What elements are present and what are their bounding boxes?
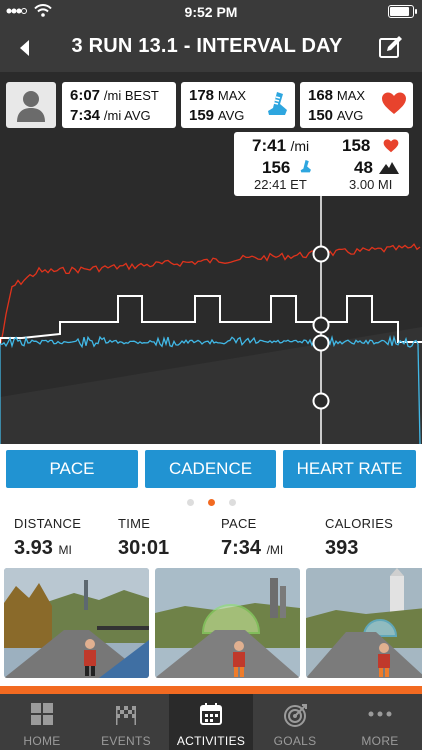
time-summary: TIME 30:01 [118, 516, 169, 560]
hr-max-label: MAX [336, 88, 366, 103]
activity-photo-3[interactable] [306, 568, 422, 678]
pace-label: PACE [221, 516, 257, 531]
grid-icon [31, 703, 53, 725]
more-dots-icon [368, 711, 392, 717]
edit-icon[interactable] [378, 34, 404, 60]
status-time: 9:52 PM [184, 4, 238, 20]
pace-best-value: 6:07 [70, 87, 101, 104]
calendar-icon [200, 703, 222, 725]
heart-rate-stat-box: 168 MAX 150 AVG [300, 82, 413, 128]
nav-goals[interactable]: GOALS [253, 694, 337, 750]
calories-value: 393 [325, 537, 359, 559]
page-dot[interactable] [228, 499, 236, 506]
hr-max-value: 168 [308, 87, 334, 104]
tab-pace[interactable]: PACE [6, 450, 138, 488]
cadence-marker [312, 334, 330, 352]
tooltip-pace-value: 7:41 [252, 136, 287, 155]
calories-summary: CALORIES 393 [325, 516, 393, 560]
nav-goals-label: GOALS [273, 734, 317, 748]
back-arrow-icon[interactable] [14, 36, 36, 60]
elevation-marker [312, 392, 330, 410]
nav-activities[interactable]: ACTIVITIES [169, 694, 253, 750]
pace-stat-box: 6:07 /mi BEST 7:34 /mi AVG [62, 82, 176, 128]
cadence-max-label: MAX [217, 88, 247, 103]
pace-avg-label: /mi AVG [103, 108, 151, 123]
elevation-area [0, 327, 422, 444]
activity-photo-2[interactable] [155, 568, 300, 678]
hr-avg-value: 150 [308, 107, 334, 124]
nav-home[interactable]: HOME [0, 694, 84, 750]
pace-marker [312, 316, 330, 334]
tooltip-cadence-value: 156 [262, 158, 291, 177]
tooltip-pace-unit: /mi [290, 138, 310, 154]
pace-unit: /MI [266, 543, 284, 557]
summary-panel: DISTANCE 3.93 MI TIME 30:01 PACE 7:34 /M… [0, 494, 422, 686]
cadence-max-value: 178 [189, 87, 215, 104]
tooltip-hr-value: 158 [342, 136, 371, 155]
distance-summary: DISTANCE 3.93 MI [14, 516, 81, 560]
activity-chart: 6:07 /mi BEST 7:34 /mi AVG 178 MAX 159 A… [0, 72, 422, 444]
avatar[interactable] [6, 82, 56, 128]
pace-avg-value: 7:34 [70, 107, 101, 124]
tooltip-mountain-icon [379, 162, 399, 174]
title-bar: 3 RUN 13.1 - INTERVAL DAY [0, 24, 422, 72]
nav-events[interactable]: EVENTS [84, 694, 168, 750]
hr-avg-label: AVG [336, 108, 364, 123]
target-icon [284, 704, 307, 727]
bottom-tab-bar: HOME EVENTS ACTIVITIES GOALS MORE [0, 694, 422, 750]
nav-more-label: MORE [361, 734, 399, 748]
accent-divider [0, 686, 422, 694]
pace-best-label: /mi BEST [103, 88, 159, 103]
page-indicator [0, 499, 422, 506]
status-bar: 9:52 PM [0, 0, 422, 24]
pace-series-line [0, 295, 422, 344]
cadence-avg-label: AVG [217, 108, 245, 123]
page-dot-active[interactable] [207, 499, 215, 506]
pace-summary: PACE 7:34 /MI [221, 516, 283, 560]
distance-label: DISTANCE [14, 516, 82, 531]
time-value: 30:01 [118, 537, 170, 559]
tooltip-distance: 3.00 MI [349, 177, 393, 192]
nav-home-label: HOME [23, 734, 61, 748]
heart-rate-marker [312, 245, 330, 263]
chart-tab-bar: PACE CADENCE HEART RATE [0, 444, 422, 494]
pace-value: 7:34 [221, 537, 262, 559]
cadence-stat-box: 178 MAX 159 AVG [181, 82, 295, 128]
shoe-icon [268, 92, 287, 115]
user-silhouette-icon [17, 91, 45, 122]
tooltip-heart-icon [383, 139, 399, 153]
page-title: 3 RUN 13.1 - INTERVAL DAY [71, 35, 343, 57]
heart-icon [382, 92, 406, 114]
distance-value: 3.93 [14, 537, 53, 559]
scrubber-tooltip: 7:41 /mi 158 156 48 22:41 ET 3.00 MI [234, 132, 409, 196]
tooltip-elevation-value: 48 [354, 158, 373, 177]
tab-cadence[interactable]: CADENCE [145, 450, 276, 488]
battery-icon [388, 5, 417, 18]
activity-photo-1[interactable] [4, 568, 149, 678]
calories-label: CALORIES [325, 516, 394, 531]
tab-heart-rate[interactable]: HEART RATE [283, 450, 416, 488]
nav-activities-label: ACTIVITIES [176, 734, 246, 748]
nav-events-label: EVENTS [101, 734, 151, 748]
page-dot[interactable] [186, 499, 194, 506]
tooltip-elapsed: 22:41 ET [254, 177, 307, 192]
nav-more[interactable]: MORE [338, 694, 422, 750]
cadence-avg-value: 159 [189, 107, 215, 124]
time-label: TIME [118, 516, 151, 531]
tooltip-shoe-icon [300, 160, 311, 173]
distance-unit: MI [58, 543, 72, 557]
checkered-flag-icon [116, 706, 136, 725]
